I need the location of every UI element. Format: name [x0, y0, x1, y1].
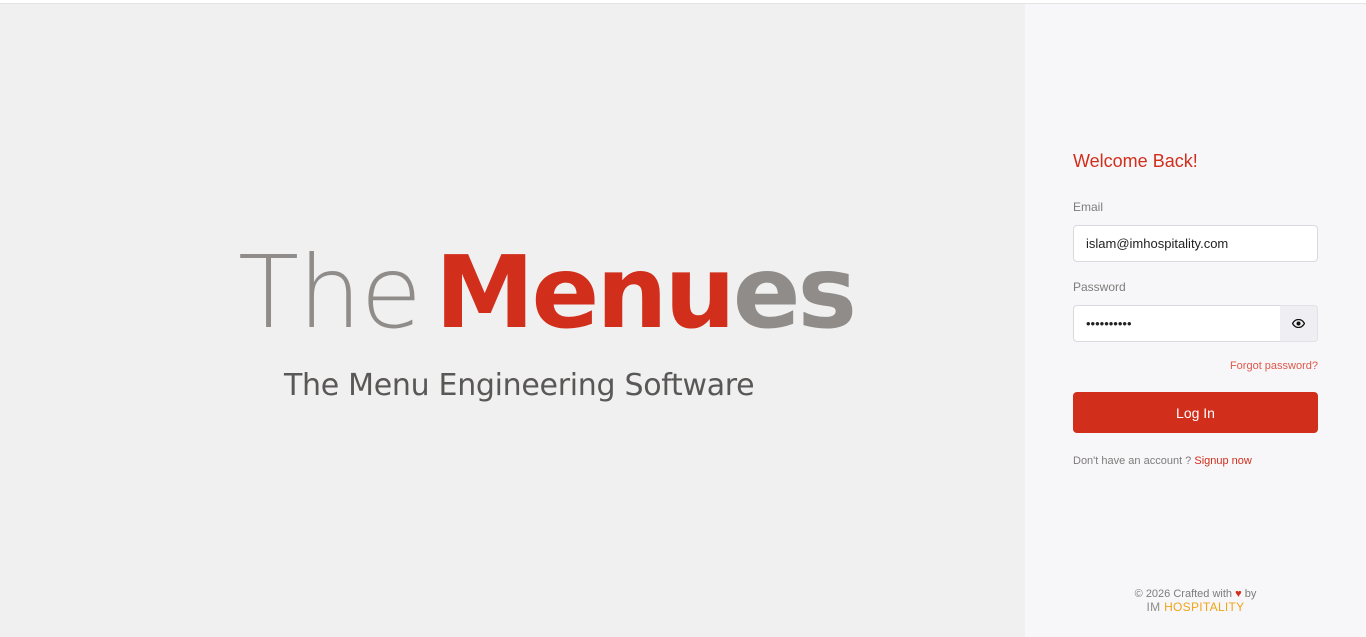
- password-label: Password: [1073, 280, 1126, 294]
- email-field[interactable]: islam@imhospitality.com: [1073, 225, 1318, 262]
- footer-crafted-suffix: by: [1244, 588, 1257, 600]
- imhospitality-logo: IM HOSPITALITY: [1025, 601, 1366, 614]
- brand-im: IM: [1146, 600, 1161, 614]
- signup-link[interactable]: Signup now: [1194, 455, 1252, 467]
- logo-text-menu: Menu: [435, 234, 736, 351]
- login-button[interactable]: Log In: [1073, 392, 1318, 433]
- tagline: The Menu Engineering Software: [284, 368, 755, 403]
- footer: © 2026 Crafted with ♥ by IM HOSPITALITY: [1025, 588, 1366, 614]
- footer-crafted-prefix: © 2026 Crafted with: [1134, 588, 1233, 600]
- brand-hospitality: HOSPITALITY: [1164, 600, 1245, 614]
- password-group: ••••••••••: [1073, 305, 1318, 342]
- login-panel: Welcome Back! Email islam@imhospitality.…: [1025, 4, 1366, 637]
- forgot-password-link[interactable]: Forgot password?: [1230, 360, 1318, 372]
- password-value: ••••••••••: [1086, 316, 1132, 331]
- password-field[interactable]: ••••••••••: [1073, 305, 1280, 342]
- brand-panel: The Menues The Menu Engineering Software: [0, 4, 1025, 637]
- themenues-logo: The Menues: [238, 238, 857, 348]
- heart-icon: ♥: [1235, 588, 1242, 600]
- email-label: Email: [1073, 200, 1104, 214]
- toggle-password-button[interactable]: [1280, 305, 1318, 342]
- signup-row: Don't have an account ? Signup now: [1073, 455, 1252, 467]
- welcome-heading: Welcome Back!: [1073, 151, 1198, 171]
- signup-prompt: Don't have an account ?: [1073, 455, 1192, 467]
- logo-text-the: The: [238, 234, 422, 351]
- logo-text-es: es: [732, 234, 857, 351]
- email-value: islam@imhospitality.com: [1086, 236, 1229, 251]
- eye-icon: [1292, 319, 1305, 328]
